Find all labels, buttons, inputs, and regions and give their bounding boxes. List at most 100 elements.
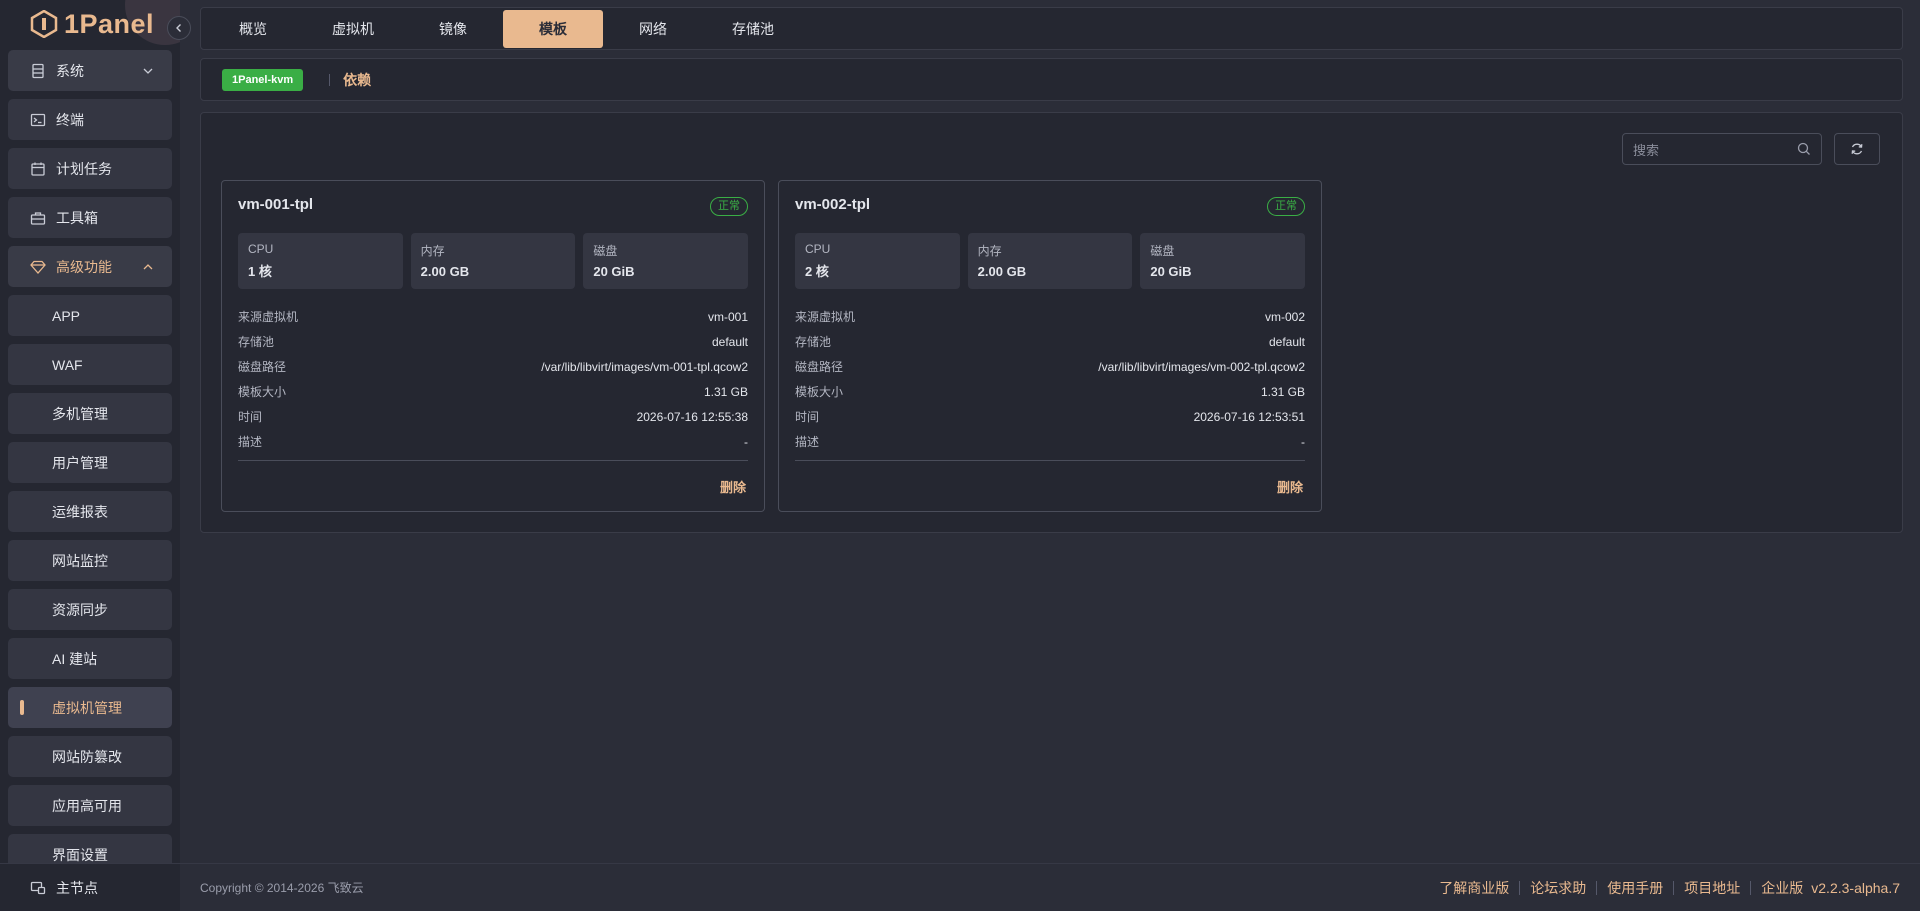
detail-key: 来源虚拟机 bbox=[795, 310, 856, 324]
sidebar-item-7[interactable]: 多机管理 bbox=[8, 393, 172, 434]
sidebar-item-3[interactable]: 工具箱 bbox=[8, 197, 172, 238]
sidebar-item-14[interactable]: 网站防篡改 bbox=[8, 736, 172, 777]
delete-button[interactable]: 删除 bbox=[1277, 477, 1303, 496]
chevron-up-icon bbox=[142, 260, 154, 272]
sidebar-item-13[interactable]: 虚拟机管理 bbox=[8, 687, 172, 728]
detail-value: - bbox=[1301, 434, 1305, 449]
search-icon bbox=[1797, 142, 1810, 155]
app-badge[interactable]: 1Panel-kvm bbox=[222, 68, 304, 91]
detail-key: 模板大小 bbox=[238, 385, 287, 399]
footer-link-1[interactable]: 论坛求助 bbox=[1530, 878, 1586, 898]
footer-links: 了解商业版 论坛求助 使用手册 项目地址 企业版 v2.2.3-alpha.7 bbox=[1439, 864, 1900, 911]
server-icon bbox=[30, 63, 46, 79]
stat-value: 2.00 GB bbox=[977, 264, 1027, 279]
detail-key: 存储池 bbox=[238, 335, 275, 349]
detail-value: 1.31 GB bbox=[1260, 384, 1305, 399]
stat-box: 内存 2.00 GB bbox=[410, 233, 576, 289]
detail-value: 2026-07-16 12:53:51 bbox=[1193, 409, 1305, 424]
sidebar-item-15[interactable]: 应用高可用 bbox=[8, 785, 172, 826]
detail-value: 2026-07-16 12:55:38 bbox=[636, 409, 748, 424]
detail-row: 时间 2026-07-16 12:55:38 bbox=[238, 404, 748, 429]
template-name: vm-002-tpl bbox=[795, 196, 871, 213]
footer-separator bbox=[1673, 881, 1675, 895]
sidebar-item-8[interactable]: 用户管理 bbox=[8, 442, 172, 483]
footer-separator bbox=[1750, 881, 1752, 895]
stat-label: 磁盘 bbox=[593, 244, 618, 258]
footer: Copyright © 2014-2026 飞致云 了解商业版 论坛求助 使用手册 项… bbox=[180, 863, 1920, 911]
chevron-down-icon bbox=[142, 64, 154, 76]
footer-link-0[interactable]: 了解商业版 bbox=[1439, 878, 1509, 898]
main-node-button[interactable]: 主节点 bbox=[0, 863, 180, 911]
tab-4[interactable]: 网络 bbox=[603, 10, 703, 48]
status-badge: 正常 bbox=[710, 197, 748, 216]
detail-value: vm-001 bbox=[707, 309, 748, 324]
tab-3[interactable]: 模板 bbox=[503, 9, 603, 48]
sidebar-item-label: 多机管理 bbox=[52, 405, 108, 422]
stat-box: 磁盘 20 GiB bbox=[583, 233, 749, 289]
toolbox-icon bbox=[30, 210, 46, 226]
detail-row: 模板大小 1.31 GB bbox=[795, 379, 1305, 404]
diamond-icon bbox=[30, 259, 46, 275]
sidebar-menu: 系统终端计划任务工具箱高级功能 APP WAF 多机管理用户管理运维报表网站监控资源同… bbox=[8, 50, 172, 883]
card-divider bbox=[795, 460, 1305, 461]
sidebar-item-1[interactable]: 终端 bbox=[8, 99, 172, 140]
sidebar-item-label: 终端 bbox=[56, 111, 84, 128]
chevron-left-icon bbox=[176, 24, 181, 32]
collapse-sidebar-button[interactable] bbox=[167, 16, 191, 40]
tab-0[interactable]: 概览 bbox=[203, 10, 303, 48]
dependency-link[interactable]: 依赖 bbox=[343, 70, 371, 90]
app-bar: 1Panel-kvm 依赖 bbox=[200, 58, 1903, 101]
detail-value: /var/lib/libvirt/images/vm-001-tpl.qcow2 bbox=[541, 359, 748, 374]
sidebar-item-label: 系统 bbox=[56, 62, 84, 79]
stat-box: 内存 2.00 GB bbox=[967, 233, 1133, 289]
detail-key: 存储池 bbox=[795, 335, 832, 349]
detail-row: 描述 - bbox=[795, 429, 1305, 454]
sidebar-item-2[interactable]: 计划任务 bbox=[8, 148, 172, 189]
detail-row: 时间 2026-07-16 12:53:51 bbox=[795, 404, 1305, 429]
footer-link-3[interactable]: 项目地址 bbox=[1684, 878, 1740, 898]
status-badge: 正常 bbox=[1267, 197, 1305, 216]
refresh-icon bbox=[1851, 143, 1863, 155]
detail-key: 时间 bbox=[238, 410, 263, 424]
stat-value: 20 GiB bbox=[593, 264, 635, 279]
sidebar-item-label: 网站监控 bbox=[52, 552, 108, 569]
sidebar-item-10[interactable]: 网站监控 bbox=[8, 540, 172, 581]
main-node-label: 主节点 bbox=[56, 879, 98, 896]
resource-stats: CPU 2 核 内存 2.00 GB 磁盘 20 GiB bbox=[795, 233, 1306, 289]
tab-5[interactable]: 存储池 bbox=[703, 10, 803, 48]
sidebar-item-11[interactable]: 资源同步 bbox=[8, 589, 172, 630]
refresh-button[interactable] bbox=[1834, 133, 1880, 165]
search-input[interactable]: 搜索 bbox=[1622, 133, 1822, 165]
detail-row: 存储池 default bbox=[795, 329, 1305, 354]
detail-value: default bbox=[711, 334, 748, 349]
stat-label: 内存 bbox=[420, 244, 445, 258]
sidebar-item-6[interactable]: WAF bbox=[8, 344, 172, 385]
detail-value: default bbox=[1268, 334, 1305, 349]
delete-button[interactable]: 删除 bbox=[720, 477, 746, 496]
detail-value: 1.31 GB bbox=[703, 384, 748, 399]
logo[interactable]: 1Panel bbox=[30, 8, 154, 40]
detail-key: 磁盘路径 bbox=[238, 360, 287, 374]
tab-2[interactable]: 镜像 bbox=[403, 10, 503, 48]
sidebar-item-label: 运维报表 bbox=[52, 503, 108, 520]
footer-separator bbox=[1596, 881, 1598, 895]
sidebar-item-0[interactable]: 系统 bbox=[8, 50, 172, 91]
detail-key: 时间 bbox=[795, 410, 820, 424]
tabs-bar: 概览 虚拟机 镜像 模板 网络 存储池 bbox=[200, 7, 1903, 50]
sidebar-item-12[interactable]: AI 建站 bbox=[8, 638, 172, 679]
footer-link-2[interactable]: 使用手册 bbox=[1607, 878, 1663, 898]
sidebar-item-4[interactable]: 高级功能 bbox=[8, 246, 172, 287]
version-label: v2.2.3-alpha.7 bbox=[1811, 880, 1900, 896]
detail-value: - bbox=[744, 434, 748, 449]
edition-link[interactable]: 企业版 bbox=[1761, 878, 1803, 898]
detail-row: 磁盘路径/var/lib/libvirt/images/vm-002-tpl.q… bbox=[795, 354, 1305, 379]
stat-box: 磁盘 20 GiB bbox=[1140, 233, 1306, 289]
stat-box: CPU 1 核 bbox=[238, 233, 403, 289]
sidebar-item-5[interactable]: APP bbox=[8, 295, 172, 336]
sidebar: 1Panel 系统终端计划任务工具箱高级功能 APP WAF 多机管理用户管理运维报表… bbox=[0, 0, 180, 911]
terminal-icon bbox=[30, 112, 46, 128]
sidebar-item-9[interactable]: 运维报表 bbox=[8, 491, 172, 532]
sidebar-item-label: 工具箱 bbox=[56, 209, 98, 226]
tab-1[interactable]: 虚拟机 bbox=[303, 10, 403, 48]
node-icon bbox=[30, 881, 46, 894]
